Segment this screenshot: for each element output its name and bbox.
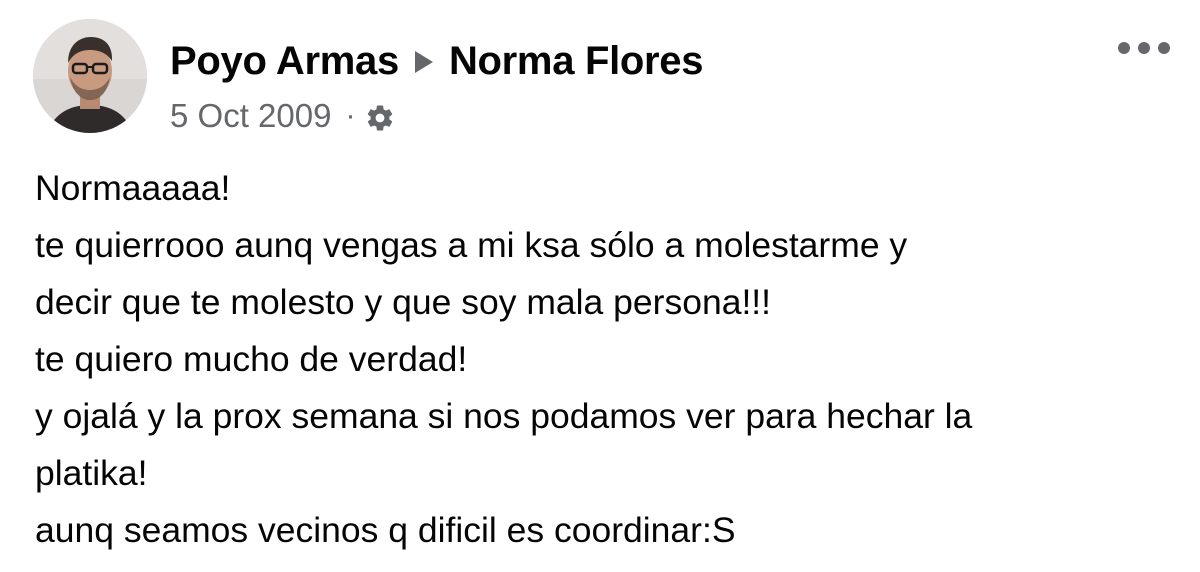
post-text-line: y ojalá y la prox semana si nos podamos … [35, 396, 973, 436]
post-text-line: platika! [35, 453, 148, 493]
more-options-icon[interactable] [1118, 38, 1170, 58]
more-dot [1158, 42, 1170, 54]
post-text: Normaaaaa! te quierrooo aunq vengas a mi… [35, 160, 1175, 559]
more-dot [1138, 42, 1150, 54]
meta-separator: · [345, 99, 356, 132]
post-text-line: decir que te molesto y que soy mala pers… [35, 282, 772, 322]
gear-icon[interactable] [365, 103, 395, 133]
more-dot [1118, 42, 1130, 54]
arrow-right-icon [414, 51, 433, 73]
post-text-line: te quiero mucho de verdad! [35, 339, 468, 379]
post-card: Poyo Armas Norma Flores 5 Oct 2009 · Nor… [0, 0, 1200, 572]
post-text-line: te quierrooo aunq vengas a mi ksa sólo a… [35, 225, 908, 265]
post-header: Poyo Armas Norma Flores [170, 36, 704, 86]
post-meta: 5 Oct 2009 · [170, 94, 395, 138]
post-date[interactable]: 5 Oct 2009 [170, 97, 331, 135]
avatar-image [33, 19, 147, 133]
post-text-line: aunq seamos vecinos q dificil es coordin… [35, 510, 736, 550]
author-name[interactable]: Poyo Armas [170, 39, 399, 84]
post-text-line: Normaaaaa! [35, 168, 231, 208]
recipient-name[interactable]: Norma Flores [449, 39, 704, 84]
avatar[interactable] [33, 19, 147, 133]
